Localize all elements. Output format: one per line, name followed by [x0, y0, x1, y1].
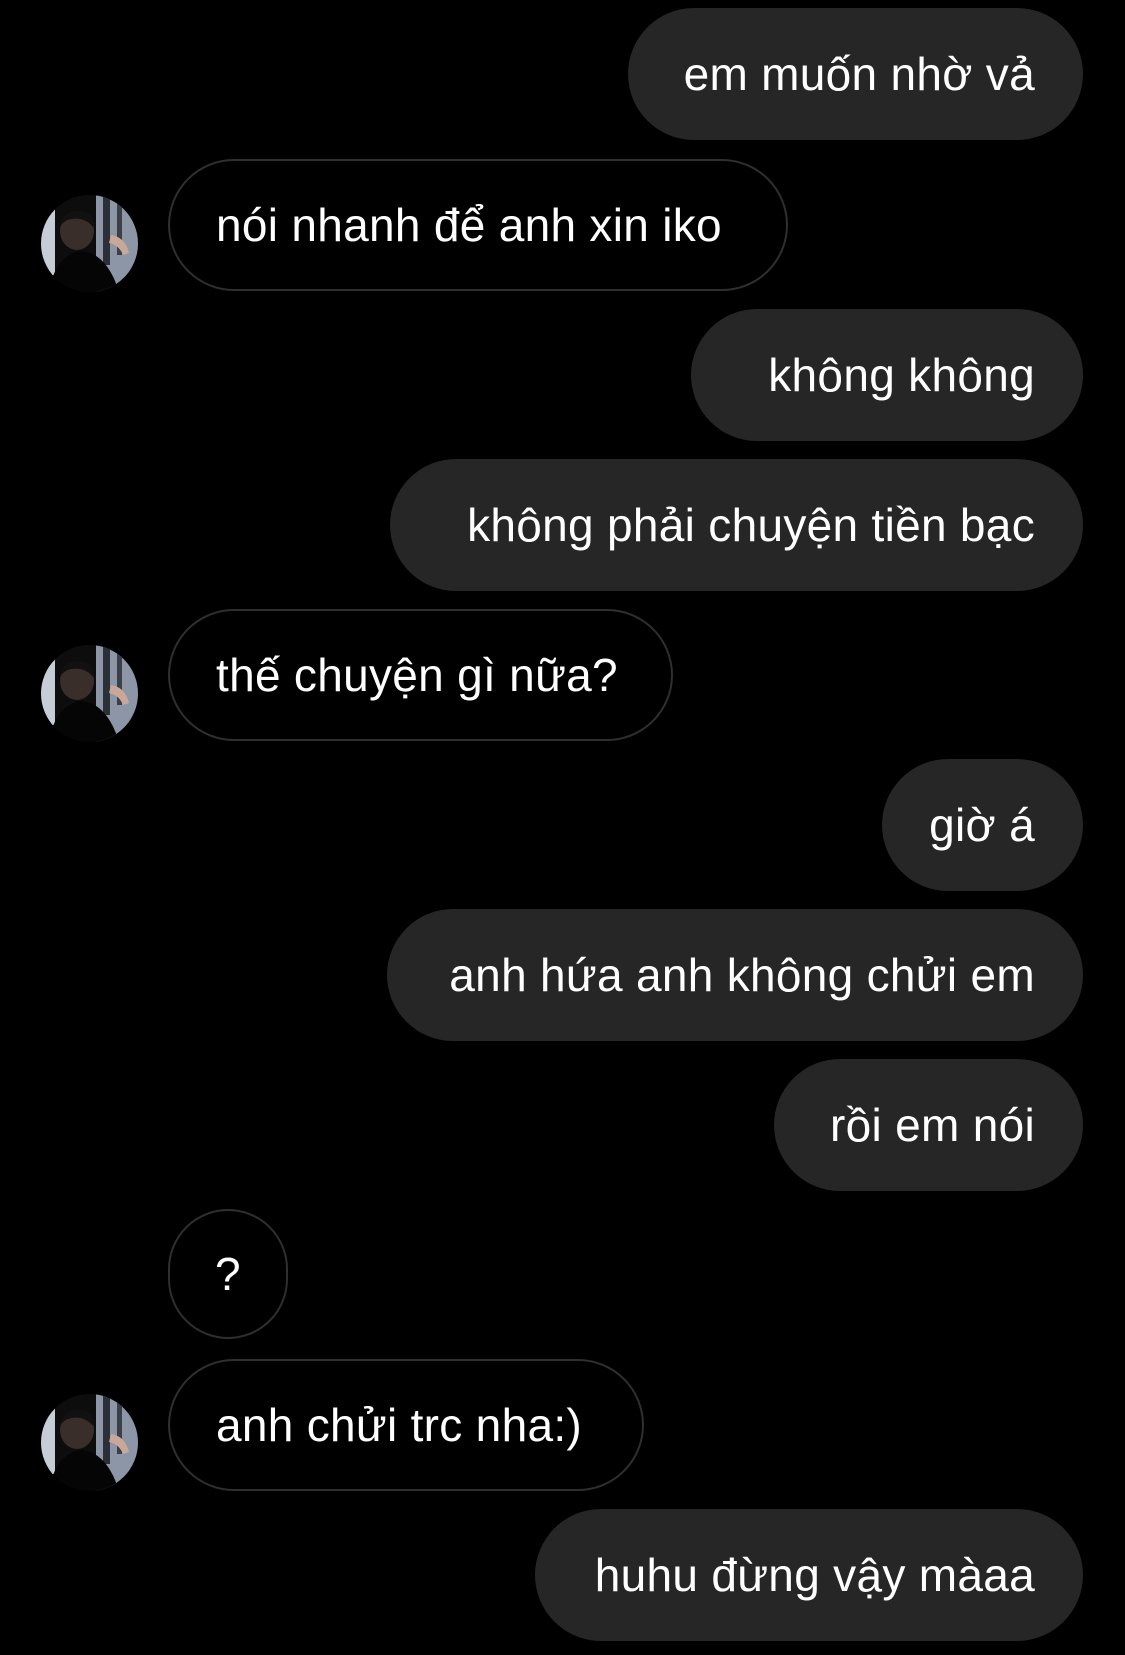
outgoing-message-bubble[interactable]: không không	[691, 309, 1083, 441]
outgoing-message-bubble[interactable]: em muốn nhờ vả	[628, 8, 1083, 140]
profile-photo-icon	[41, 645, 138, 742]
profile-photo-icon	[41, 1394, 138, 1491]
outgoing-message-bubble[interactable]: rồi em nói	[774, 1059, 1083, 1191]
message-text: rồi em nói	[830, 1099, 1035, 1151]
message-text: giờ á	[929, 799, 1035, 851]
contact-avatar[interactable]	[41, 1394, 138, 1491]
incoming-message-bubble[interactable]: anh chửi trc nha:)	[168, 1359, 644, 1491]
message-text: anh hứa anh không chửi em	[449, 949, 1035, 1001]
incoming-message-bubble[interactable]: thế chuyện gì nữa?	[168, 609, 673, 741]
outgoing-message-bubble[interactable]: không phải chuyện tiền bạc	[390, 459, 1083, 591]
message-text: anh chửi trc nha:)	[216, 1399, 583, 1451]
incoming-message-bubble[interactable]: nói nhanh để anh xin iko	[168, 159, 788, 291]
contact-avatar[interactable]	[41, 645, 138, 742]
message-text: huhu đừng vậy màaa	[594, 1549, 1035, 1601]
incoming-message-bubble[interactable]: ?	[168, 1209, 288, 1339]
message-text: nói nhanh để anh xin iko	[216, 199, 722, 251]
outgoing-message-bubble[interactable]: anh hứa anh không chửi em	[387, 909, 1083, 1041]
message-text: thế chuyện gì nữa?	[216, 649, 618, 701]
outgoing-message-bubble[interactable]: giờ á	[882, 759, 1083, 891]
outgoing-message-bubble[interactable]: huhu đừng vậy màaa	[535, 1509, 1083, 1641]
profile-photo-icon	[41, 195, 138, 292]
message-text: ?	[215, 1248, 241, 1300]
message-text: không không	[768, 349, 1035, 401]
contact-avatar[interactable]	[41, 195, 138, 292]
message-thread: em muốn nhờ vả nói nhanh để anh xin iko …	[0, 0, 1125, 1655]
message-text: em muốn nhờ vả	[683, 48, 1035, 100]
message-text: không phải chuyện tiền bạc	[467, 499, 1035, 551]
